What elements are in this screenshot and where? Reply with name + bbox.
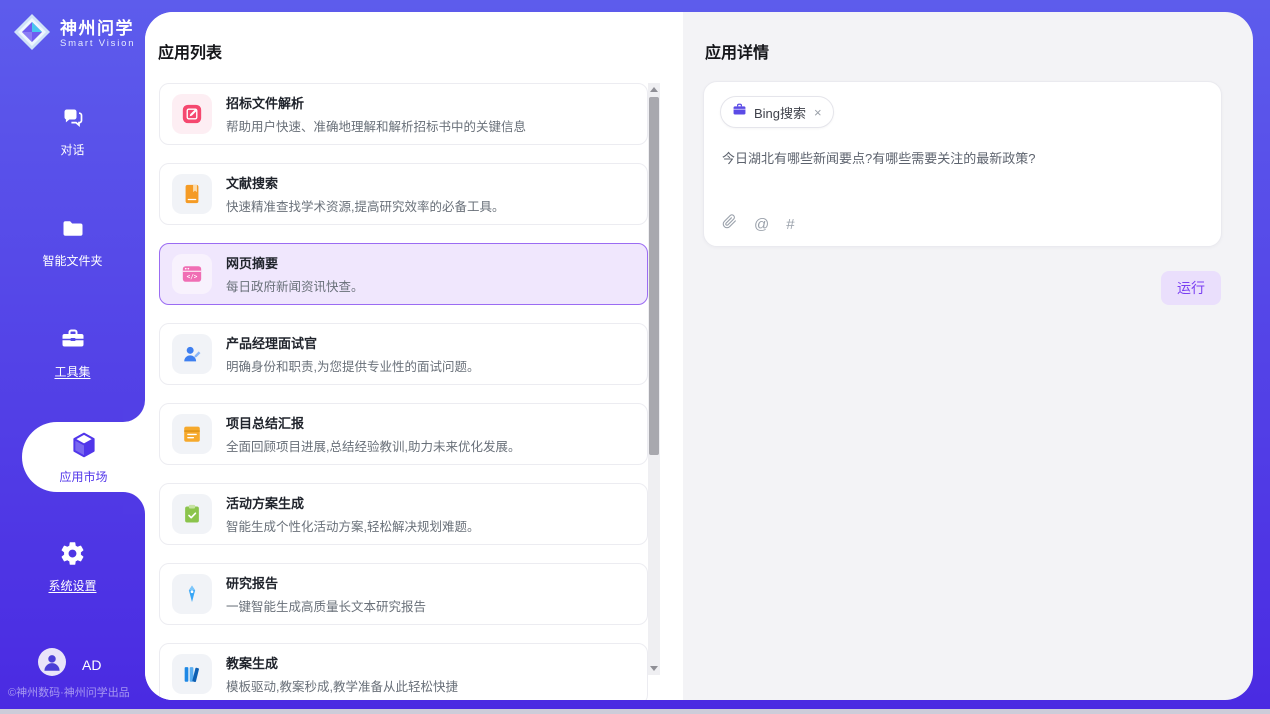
gear-icon — [59, 540, 86, 570]
app-card-pm-interviewer[interactable]: 产品经理面试官 明确身份和职责,为您提供专业性的面试问题。 — [159, 323, 648, 385]
sidebar-item-label: 系统设置 — [48, 577, 96, 594]
app-card-description: 每日政府新闻资讯快查。 — [226, 276, 364, 295]
app-card-webpage-summary[interactable]: </> 网页摘要 每日政府新闻资讯快查。 — [159, 243, 648, 305]
sidebar-item-label: 对话 — [60, 141, 84, 158]
app-card-description: 帮助用户快速、准确地理解和解析招标书中的关键信息 — [226, 116, 526, 135]
sidebar-item-chat[interactable]: 对话 — [0, 105, 145, 158]
app-card-title: 产品经理面试官 — [226, 333, 479, 352]
content-panel: 应用列表 招标文件解析 帮助用户快速、准确地理解和解析招标书中的关键信息 文献搜… — [145, 12, 1253, 700]
user-initials: AD — [82, 657, 101, 673]
app-detail-pane: 应用详情 Bing搜索 × 今日湖北有哪些新闻要点?有哪些需要关注的最新政策? — [683, 12, 1253, 700]
app-card-description: 一键智能生成高质量长文本研究报告 — [226, 596, 426, 615]
app-card-description: 明确身份和职责,为您提供专业性的面试问题。 — [226, 356, 479, 375]
brand-title: 神州问学 — [60, 19, 135, 39]
tab-curve-bottom — [123, 492, 145, 514]
sidebar-item-label: 智能文件夹 — [42, 252, 102, 269]
close-icon[interactable]: × — [814, 106, 822, 119]
user-account[interactable]: AD — [38, 648, 101, 681]
folder-icon — [60, 216, 86, 245]
app-card-title: 活动方案生成 — [226, 493, 479, 512]
paperclip-icon[interactable] — [722, 214, 737, 234]
app-card-description: 快速精准查找学术资源,提高研究效率的必备工具。 — [226, 196, 504, 215]
sidebar-item-settings[interactable]: 系统设置 — [0, 540, 145, 594]
avatar — [38, 648, 66, 681]
app-card-description: 全面回顾项目进展,总结经验教训,助力未来优化发展。 — [226, 436, 520, 455]
app-card-lesson-plan[interactable]: 教案生成 模板驱动,教案秒成,教学准备从此轻松快捷 — [159, 643, 648, 700]
app-card-title: 文献搜索 — [226, 173, 504, 192]
prompt-textarea[interactable]: 今日湖北有哪些新闻要点?有哪些需要关注的最新政策? — [722, 149, 1203, 169]
app-card-research-report[interactable]: 研究报告 一键智能生成高质量长文本研究报告 — [159, 563, 648, 625]
research-icon — [172, 574, 212, 614]
bid-doc-icon — [172, 94, 212, 134]
app-card-bid-doc-parse[interactable]: 招标文件解析 帮助用户快速、准确地理解和解析招标书中的关键信息 — [159, 83, 648, 145]
brand-subtitle: Smart Vision — [60, 39, 135, 50]
bottom-strip — [0, 709, 1270, 714]
app-card-title: 教案生成 — [226, 653, 458, 672]
copyright-footer: ©神州数码·神州问学出品 — [8, 684, 130, 700]
tool-tag-bing-search: Bing搜索 × — [720, 96, 834, 128]
mention-icon[interactable]: @ — [754, 217, 769, 232]
app-list-title: 应用列表 — [158, 39, 222, 63]
literature-icon — [172, 174, 212, 214]
app-card-title: 网页摘要 — [226, 253, 364, 272]
app-card-title: 研究报告 — [226, 573, 426, 592]
diamond-logo-icon — [12, 12, 52, 57]
lesson-icon — [172, 654, 212, 694]
app-detail-title: 应用详情 — [705, 39, 769, 63]
scrollbar-thumb[interactable] — [649, 97, 659, 455]
interviewer-icon — [172, 334, 212, 374]
app-card-description: 智能生成个性化活动方案,轻松解决规划难题。 — [226, 516, 479, 535]
scroll-down-arrow-icon[interactable] — [648, 662, 660, 675]
chat-icon — [60, 105, 86, 134]
cube-icon — [69, 430, 99, 463]
sidebar: 神州问学 Smart Vision 对话 智能文件夹 工具集 系统设置 应用市场… — [0, 0, 145, 714]
sidebar-item-smart-folders[interactable]: 智能文件夹 — [0, 216, 145, 269]
app-card-literature-search[interactable]: 文献搜索 快速精准查找学术资源,提高研究效率的必备工具。 — [159, 163, 648, 225]
project-icon — [172, 414, 212, 454]
scrollbar[interactable] — [648, 83, 660, 675]
tab-curve-top — [123, 400, 145, 422]
run-button[interactable]: 运行 — [1161, 271, 1221, 305]
app-card-description: 模板驱动,教案秒成,教学准备从此轻松快捷 — [226, 676, 458, 695]
sidebar-item-label: 工具集 — [54, 363, 90, 380]
composer-toolbar: @ # — [722, 214, 795, 234]
activity-icon — [172, 494, 212, 534]
prompt-composer: Bing搜索 × 今日湖北有哪些新闻要点?有哪些需要关注的最新政策? @ # — [703, 81, 1222, 247]
toolbox-icon — [59, 325, 87, 356]
app-card-title: 招标文件解析 — [226, 93, 526, 112]
webpage-icon: </> — [172, 254, 212, 294]
scroll-up-arrow-icon[interactable] — [648, 83, 660, 96]
app-card-title: 项目总结汇报 — [226, 413, 520, 432]
sidebar-item-app-market[interactable]: 应用市场 — [22, 422, 145, 492]
svg-text:</>: </> — [187, 273, 198, 280]
app-card-project-summary[interactable]: 项目总结汇报 全面回顾项目进展,总结经验教训,助力未来优化发展。 — [159, 403, 648, 465]
app-card-activity-plan[interactable]: 活动方案生成 智能生成个性化活动方案,轻松解决规划难题。 — [159, 483, 648, 545]
app-list-pane: 应用列表 招标文件解析 帮助用户快速、准确地理解和解析招标书中的关键信息 文献搜… — [145, 12, 683, 700]
sidebar-item-label: 应用市场 — [59, 468, 107, 485]
sidebar-item-toolset[interactable]: 工具集 — [0, 325, 145, 380]
brand-logo: 神州问学 Smart Vision — [12, 12, 135, 57]
hash-icon[interactable]: # — [786, 217, 794, 232]
briefcase-icon — [732, 102, 747, 122]
tool-tag-label: Bing搜索 — [754, 103, 806, 122]
